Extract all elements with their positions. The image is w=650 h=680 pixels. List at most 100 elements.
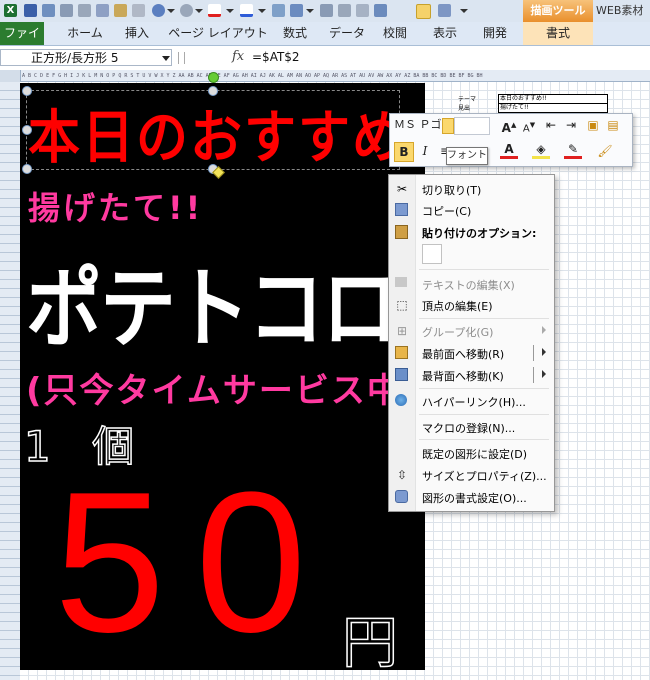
tab-data[interactable]: データ <box>324 22 370 45</box>
cut-icon[interactable] <box>78 4 91 17</box>
menu-item-label: 図形の書式設定(O)... <box>422 492 527 505</box>
resize-handle-nw[interactable] <box>22 86 32 96</box>
menu-item-assign-macro[interactable]: マクロの登録(N)... <box>389 417 554 437</box>
send-backward-icon[interactable]: ▤ <box>604 116 622 134</box>
table-icon[interactable] <box>374 4 387 17</box>
copy-icon <box>395 203 408 216</box>
name-box[interactable]: 正方形/長方形 5 <box>0 49 172 66</box>
paste-option-icon[interactable] <box>422 244 442 264</box>
resize-handle-n[interactable] <box>208 86 218 96</box>
tab-format[interactable]: 書式 <box>523 22 593 45</box>
row-header[interactable] <box>0 82 21 680</box>
formula-input[interactable]: =$AT$2 <box>252 49 300 66</box>
resize-handle-sw[interactable] <box>22 164 32 174</box>
print-icon[interactable] <box>60 4 73 17</box>
format-painter-icon[interactable]: 🖌 <box>596 142 614 160</box>
undo-icon[interactable] <box>152 4 165 17</box>
font-color-icon[interactable]: A <box>500 142 518 159</box>
format-painter-icon[interactable] <box>132 4 145 17</box>
menu-item-label: 最前面へ移動(R) <box>422 348 505 361</box>
tab-formulas[interactable]: 数式 <box>272 22 318 45</box>
menu-item-cut[interactable]: ✂ 切り取り(T) <box>389 179 554 199</box>
font-name-box[interactable]: ＭＳ Ｐゴ <box>394 117 446 133</box>
font-color-icon[interactable] <box>208 4 221 17</box>
grow-font-icon[interactable]: A▲ <box>500 116 518 135</box>
camera-icon[interactable] <box>320 4 333 17</box>
paste-icon[interactable] <box>114 4 127 17</box>
group-icon: ⊞ <box>396 324 408 338</box>
line-color-icon[interactable]: ✎ <box>564 142 582 159</box>
italic-icon[interactable]: I <box>416 142 434 160</box>
menu-separator <box>419 318 549 319</box>
shape-selection-frame <box>26 90 400 170</box>
send-to-back-icon <box>395 368 408 381</box>
poster-price[interactable]: 50 <box>54 463 336 663</box>
fill-color-icon[interactable] <box>240 4 253 17</box>
insert-function-icon[interactable]: fx <box>232 49 244 64</box>
fill-color-dropdown-icon[interactable] <box>258 9 266 13</box>
menu-item-send-to-back[interactable]: 最背面へ移動(K) <box>389 365 554 385</box>
window-title: WEB素材 <box>596 4 644 17</box>
side-table-label-heading: 見出 <box>458 105 471 112</box>
menu-item-label: コピー(C) <box>422 205 472 218</box>
shape-icon[interactable] <box>338 4 351 17</box>
formula-bar: 正方形/長方形 5 fx =$AT$2 <box>0 46 650 71</box>
formula-bar-splitter[interactable] <box>178 52 185 64</box>
name-box-dropdown-icon[interactable] <box>162 56 170 61</box>
picture-icon[interactable] <box>272 4 285 17</box>
menu-item-set-default-shape[interactable]: 既定の図形に設定(D) <box>389 443 554 463</box>
menu-item-copy[interactable]: コピー(C) <box>389 200 554 220</box>
tab-file[interactable]: ファイル <box>0 22 44 63</box>
decrease-indent-icon[interactable]: ⇤ <box>542 116 560 134</box>
scissors-icon: ✂ <box>396 182 408 196</box>
chart-icon[interactable] <box>290 4 303 17</box>
undo-dropdown-icon[interactable] <box>167 9 175 13</box>
poster-note[interactable]: (只今タイムサービス中!!) <box>26 363 425 412</box>
menu-item-group: ⊞ グループ化(G) <box>389 321 554 341</box>
tab-insert[interactable]: 挿入 <box>114 22 160 45</box>
arrow-icon[interactable] <box>438 4 451 17</box>
excel-logo-icon: X <box>4 4 17 17</box>
redo-dropdown-icon[interactable] <box>195 9 203 13</box>
submenu-arrow-icon[interactable] <box>542 348 546 356</box>
poster-currency[interactable]: 円 <box>341 598 399 670</box>
bring-forward-icon[interactable]: ▣ <box>584 116 602 134</box>
tab-home[interactable]: ホーム <box>62 22 108 45</box>
bring-to-front-icon <box>395 346 408 359</box>
grid-icon[interactable] <box>416 4 431 19</box>
menu-item-bring-to-front[interactable]: 最前面へ移動(R) <box>389 343 554 363</box>
menu-item-paste-options: 貼り付けのオプション: <box>389 222 554 242</box>
redo-icon[interactable] <box>180 4 193 17</box>
menu-item-format-shape[interactable]: 図形の書式設定(O)... <box>389 487 554 507</box>
save-icon[interactable] <box>24 4 37 17</box>
copy-icon[interactable] <box>96 4 109 17</box>
sort-icon[interactable] <box>356 4 369 17</box>
menu-item-hyperlink[interactable]: ハイパーリンク(H)... <box>389 391 554 411</box>
tab-review[interactable]: 校閲 <box>372 22 418 45</box>
font-tooltip: フォント <box>446 147 488 165</box>
tab-developer[interactable]: 開発 <box>472 22 518 45</box>
resize-handle-w[interactable] <box>22 125 32 135</box>
chart-dropdown-icon[interactable] <box>306 9 314 13</box>
poster-subheading[interactable]: 揚げたて!! <box>28 183 203 229</box>
menu-item-label: サイズとプロパティ(Z)... <box>422 470 547 483</box>
shrink-font-icon[interactable]: A▼ <box>520 116 538 134</box>
increase-indent-icon[interactable]: ⇥ <box>562 116 580 134</box>
tab-view[interactable]: 表示 <box>422 22 468 45</box>
font-size-box[interactable] <box>454 117 490 135</box>
rotation-handle[interactable] <box>208 72 219 83</box>
submenu-arrow-icon[interactable] <box>542 370 546 378</box>
tab-page-layout[interactable]: ページ レイアウト <box>168 22 268 45</box>
column-header[interactable]: A B C D E F G H I J K L M N O P Q R S T … <box>0 70 650 82</box>
menu-item-size-properties[interactable]: ⇳ サイズとプロパティ(Z)... <box>389 465 554 485</box>
menu-item-label: マクロの登録(N)... <box>422 422 516 435</box>
menu-item-label: 切り取り(T) <box>422 184 482 197</box>
font-color-dropdown-icon[interactable] <box>226 9 234 13</box>
fill-color-icon[interactable]: ◈ <box>532 142 550 159</box>
menu-item-edit-points[interactable]: ⬚ 頂点の編集(E) <box>389 295 554 315</box>
font-name-dropdown-icon[interactable] <box>442 118 454 134</box>
qat-customize-icon[interactable] <box>460 9 468 13</box>
print-preview-icon[interactable] <box>42 4 55 17</box>
poster-product-name[interactable]: ポテトコロッケ <box>26 238 425 365</box>
bold-icon[interactable]: B <box>394 142 414 162</box>
